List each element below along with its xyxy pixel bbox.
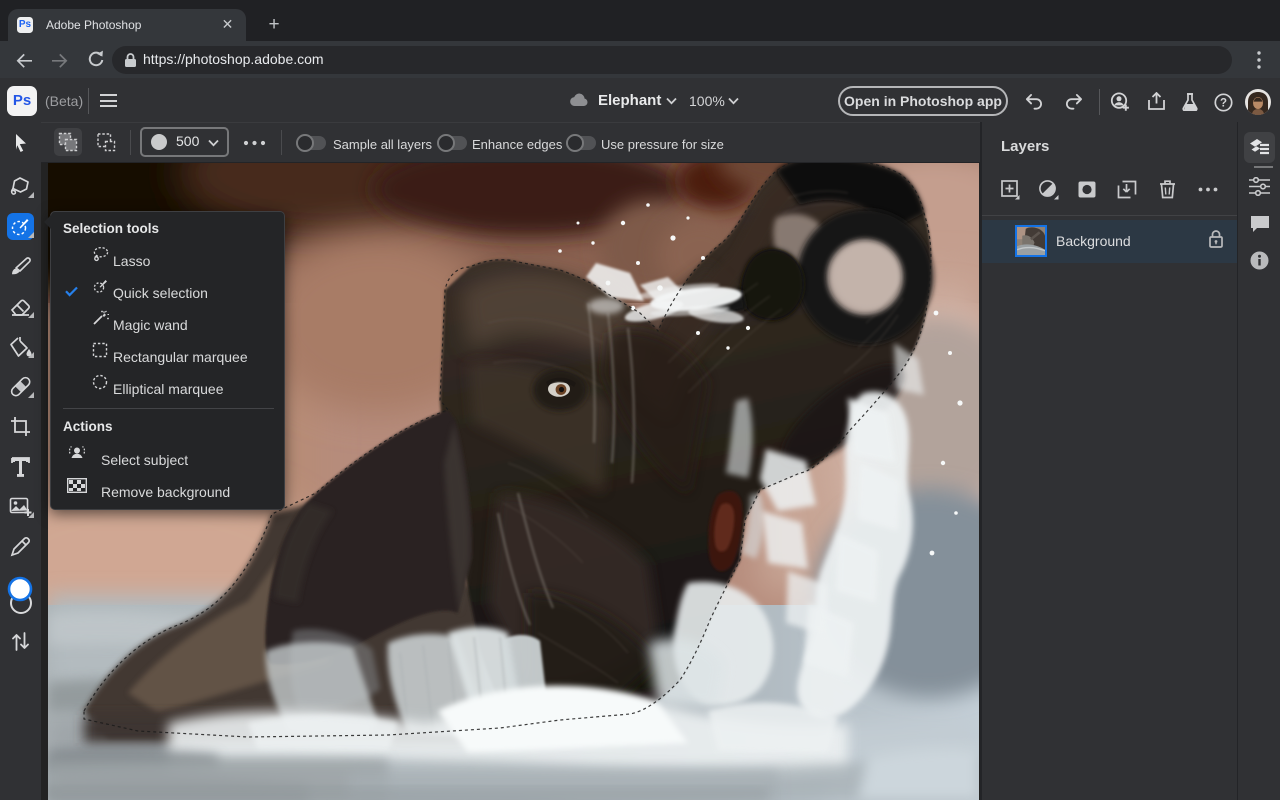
svg-text:?: ?: [1220, 98, 1227, 110]
